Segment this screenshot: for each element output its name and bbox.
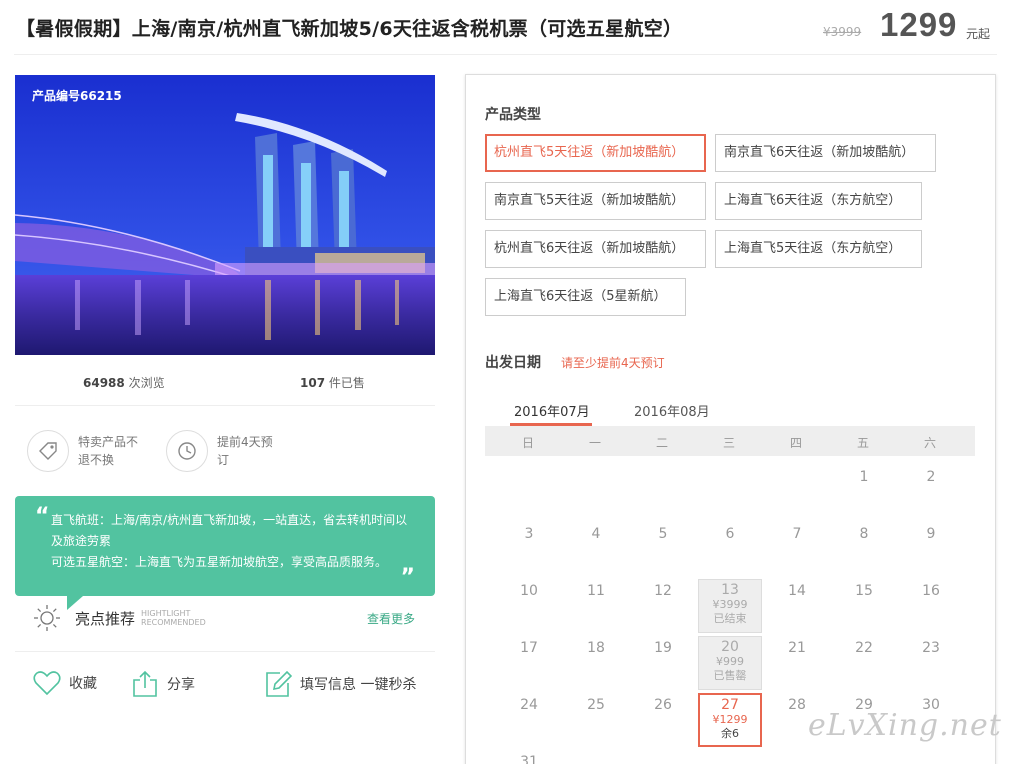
view-count: 64988 次浏览: [83, 376, 165, 390]
watermark-text: eLvXing.net: [808, 708, 1002, 743]
booking-hint: 请至少提前4天预订: [561, 356, 665, 370]
highlight-en-label: HIGHTLIGHT RECOMMENDED: [141, 609, 206, 627]
header-divider: [14, 54, 997, 55]
weekday-label: 一: [588, 436, 601, 450]
sold-count: 107 件已售: [300, 376, 365, 390]
day-number: 13: [721, 582, 739, 598]
day-price: ¥3999: [712, 598, 748, 611]
calendar-day[interactable]: 26: [633, 697, 693, 713]
sun-icon: [34, 605, 60, 631]
product-option[interactable]: 上海直飞6天往返（东方航空）: [715, 182, 922, 220]
calendar-day[interactable]: 2: [901, 469, 961, 485]
product-type-title: 产品类型: [485, 107, 541, 123]
calendar-day[interactable]: 10: [499, 583, 559, 599]
calendar-day[interactable]: 25: [566, 697, 626, 713]
calendar-day[interactable]: 24: [499, 697, 559, 713]
stats-bar: 64988 次浏览 107 件已售: [15, 368, 435, 396]
day-number: 27: [721, 697, 739, 713]
share-icon: [133, 670, 157, 697]
day-status: 已结束: [713, 612, 747, 625]
product-option[interactable]: 杭州直飞6天往返（新加坡酷航）: [485, 230, 706, 268]
see-more-link[interactable]: 查看更多: [367, 610, 415, 627]
feature-advance-booking: 提前4天预订: [166, 430, 281, 472]
departure-date-title: 出发日期: [485, 355, 541, 371]
calendar-day[interactable]: 7: [767, 526, 827, 542]
highlight-title: 亮点推荐: [75, 609, 136, 628]
product-option[interactable]: 杭州直飞5天往返（新加坡酷航）: [485, 134, 706, 172]
weekday-label: 六: [923, 436, 936, 450]
calendar-day[interactable]: 22: [834, 640, 894, 656]
highlight-header: 亮点推荐 HIGHTLIGHT RECOMMENDED: [33, 604, 206, 632]
calendar-day[interactable]: 5: [633, 526, 693, 542]
product-option[interactable]: 上海直飞5天往返（东方航空）: [715, 230, 922, 268]
weekday-label: 二: [655, 436, 668, 450]
weekday-header: 日 一 二 三 四 五 六: [485, 426, 975, 456]
calendar-day[interactable]: 16: [901, 583, 961, 599]
weekday-label: 三: [722, 436, 735, 450]
calendar-day-available[interactable]: 27 ¥1299 余6: [698, 693, 762, 747]
booking-panel: 产品类型 杭州直飞5天往返（新加坡酷航） 南京直飞6天往返（新加坡酷航） 南京直…: [465, 74, 996, 764]
favorite-button[interactable]: 收藏: [33, 670, 97, 696]
weekday-label: 五: [856, 436, 869, 450]
calendar-day[interactable]: 15: [834, 583, 894, 599]
calendar-day[interactable]: 18: [566, 640, 626, 656]
current-price: 1299: [880, 6, 958, 43]
page-title: 【暑假假期】上海/南京/杭州直飞新加坡5/6天往返含税机票（可选五星航空）: [16, 18, 683, 40]
calendar-day[interactable]: 21: [767, 640, 827, 656]
divider: [15, 651, 435, 652]
day-price: ¥999: [716, 655, 744, 668]
tab-month-july[interactable]: 2016年07月: [514, 401, 590, 420]
product-photo: 产品编号66215: [15, 75, 435, 355]
highlight-line: 直飞航班：上海/南京/杭州直飞新加坡，一站直达，省去转机时间以及旅途劳累: [51, 513, 408, 548]
calendar-day[interactable]: 1: [834, 469, 894, 485]
highlight-line: 可选五星航空：上海直飞为五星新加坡航空，享受高品质服务。: [51, 555, 388, 569]
feature-text: 特卖产品不退不换: [78, 435, 139, 467]
product-option[interactable]: 南京直飞6天往返（新加坡酷航）: [715, 134, 936, 172]
edit-icon: [266, 670, 292, 697]
weekday-label: 日: [521, 436, 534, 450]
feature-no-refund: 特卖产品不退不换: [27, 430, 142, 472]
share-label: 分享: [167, 677, 195, 693]
original-price: ¥3999: [823, 25, 862, 39]
product-id: 产品编号66215: [32, 89, 122, 103]
calendar-day-ended[interactable]: 13 ¥3999 已结束: [698, 579, 762, 633]
weekday-label: 四: [789, 436, 802, 450]
day-remaining: 余6: [721, 727, 739, 740]
open-quote-icon: “: [35, 504, 50, 529]
calendar-day[interactable]: 3: [499, 526, 559, 542]
product-option[interactable]: 上海直飞6天往返（5星新航）: [485, 278, 686, 316]
day-number: 20: [721, 639, 739, 655]
divider: [15, 405, 435, 406]
day-price: ¥1299: [712, 713, 748, 726]
favorite-label: 收藏: [69, 676, 97, 692]
calendar-day[interactable]: 12: [633, 583, 693, 599]
calendar-day[interactable]: 19: [633, 640, 693, 656]
product-option[interactable]: 南京直飞5天往返（新加坡酷航）: [485, 182, 706, 220]
calendar-day[interactable]: 6: [700, 526, 760, 542]
calendar-day[interactable]: 17: [499, 640, 559, 656]
calendar-day[interactable]: 31: [499, 754, 559, 764]
calendar-day[interactable]: 8: [834, 526, 894, 542]
feature-text: 提前4天预订: [217, 435, 273, 467]
tab-month-august[interactable]: 2016年08月: [634, 401, 710, 420]
share-button[interactable]: 分享: [131, 670, 195, 698]
marina-bay-photo: [15, 75, 435, 355]
calendar-day[interactable]: 9: [901, 526, 961, 542]
calendar-day[interactable]: 11: [566, 583, 626, 599]
fill-info-button[interactable]: 填写信息 一键秒杀: [264, 670, 416, 698]
clock-icon: [166, 430, 208, 472]
calendar-day-sold-out[interactable]: 20 ¥999 已售罄: [698, 636, 762, 690]
heart-icon: [33, 671, 61, 696]
calendar-day[interactable]: 23: [901, 640, 961, 656]
price-tag-icon: [27, 430, 69, 472]
price-unit: 元起: [966, 27, 991, 41]
highlight-bubble: “ 直飞航班：上海/南京/杭州直飞新加坡，一站直达，省去转机时间以及旅途劳累 可…: [15, 496, 435, 610]
fill-info-label: 填写信息 一键秒杀: [300, 677, 417, 693]
calendar-day[interactable]: 4: [566, 526, 626, 542]
day-status: 已售罄: [713, 669, 747, 682]
calendar-day[interactable]: 14: [767, 583, 827, 599]
close-quote-icon: ”: [400, 565, 415, 590]
